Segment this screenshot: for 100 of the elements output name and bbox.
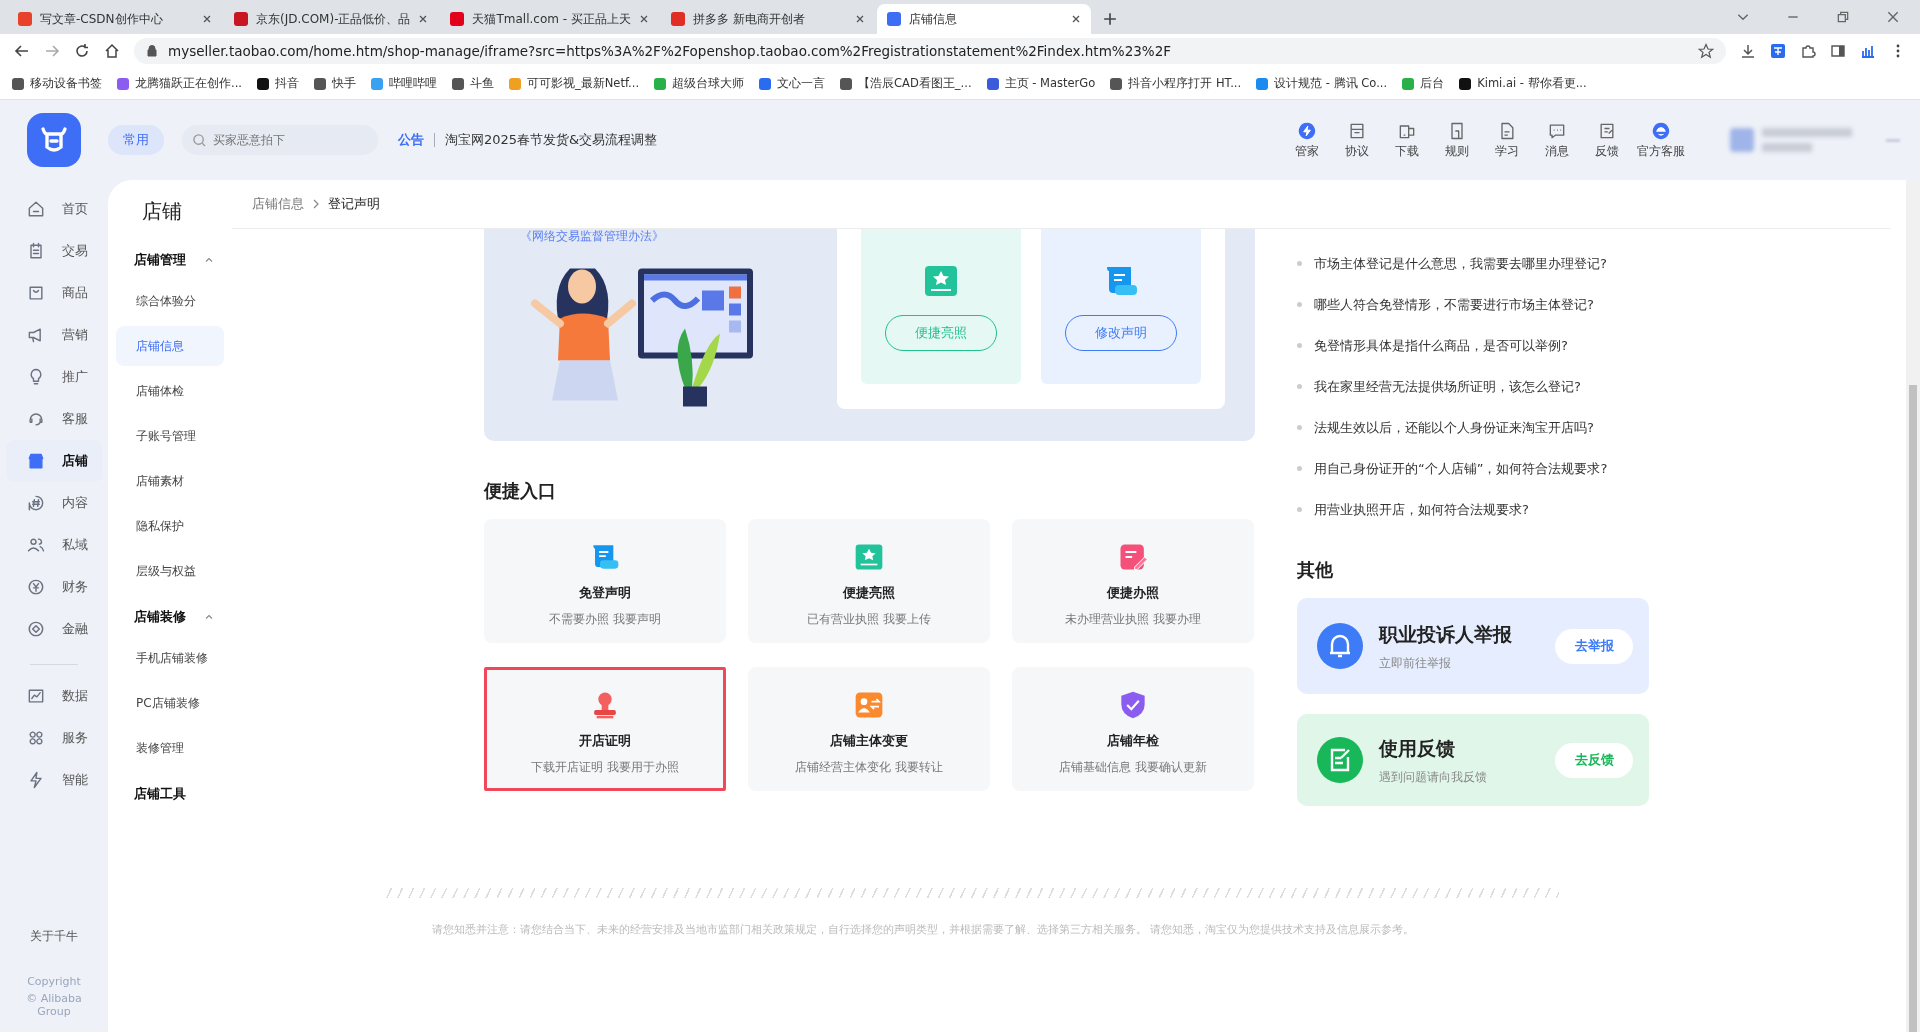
nav-item[interactable]: 推广 (6, 356, 102, 398)
notice-link[interactable]: 淘宝网2025春节发货&交易流程调整 (445, 131, 658, 149)
about-link[interactable]: 关于千牛 (30, 928, 78, 945)
nav-item[interactable]: 营销 (6, 314, 102, 356)
nav-item[interactable]: 数据 (6, 675, 102, 717)
close-icon[interactable] (418, 14, 429, 24)
action-button[interactable]: 去举报 (1555, 628, 1633, 664)
target-icon (26, 619, 46, 639)
faq-link[interactable]: 市场主体登记是什么意思，我需要去哪里办理登记? (1297, 243, 1657, 284)
nav-item[interactable]: 财务 (6, 566, 102, 608)
close-icon[interactable] (202, 14, 212, 24)
breadcrumb-link[interactable]: 店铺信息 (252, 195, 304, 213)
translate-icon[interactable] (1770, 43, 1786, 59)
sidebar-group[interactable]: 店铺装修 (116, 596, 224, 638)
bookmark[interactable]: 斗鱼 (451, 76, 494, 91)
home-icon[interactable] (104, 43, 120, 59)
faq-link[interactable]: 法规生效以后，还能以个人身份证来淘宝开店吗? (1297, 407, 1657, 448)
new-tab-icon[interactable] (1102, 12, 1117, 26)
faq-link[interactable]: 免登情形具体是指什么商品，是否可以举例? (1297, 325, 1657, 366)
browser-tab[interactable]: 店铺信息 (876, 4, 1091, 34)
entry-card[interactable]: 便捷办照 未办理营业执照 我要办理 (1012, 519, 1254, 643)
close-icon[interactable] (854, 14, 865, 24)
copyright-text: Copyright (26, 975, 82, 988)
toolbar-button[interactable]: 规则 (1437, 121, 1477, 159)
bookmark[interactable]: 抖音 (256, 76, 299, 91)
bookmark[interactable]: 后台 (1402, 76, 1445, 91)
bookmark[interactable]: 哔哩哔哩 (370, 76, 437, 91)
nav-item[interactable]: 商品 (6, 272, 102, 314)
close-icon[interactable] (1886, 10, 1900, 24)
nav-item[interactable]: 首页 (6, 188, 102, 230)
nav-item[interactable]: 客服 (6, 398, 102, 440)
entry-card[interactable]: 开店证明 下载开店证明 我要用于办照 (484, 667, 726, 791)
favorites-pill[interactable]: 常用 (108, 125, 164, 155)
toolbar-button[interactable]: 官方客服 (1637, 121, 1685, 159)
close-icon[interactable] (638, 14, 649, 24)
nav-item[interactable]: 内容 (6, 482, 102, 524)
download-icon[interactable] (1740, 43, 1756, 59)
bookmark[interactable]: 龙腾猫跃正在创作... (117, 76, 242, 91)
caret-icon (204, 255, 214, 265)
puzzle-icon[interactable] (1800, 43, 1816, 59)
browser-tab[interactable]: 拼多多 新电商开创者 (660, 4, 875, 34)
nav-item[interactable]: 交易 (6, 230, 102, 272)
browser-tab[interactable]: 天猫Tmall.com - 买正品上天 (440, 4, 659, 34)
sidebar-item[interactable]: PC店铺装修 (116, 683, 224, 723)
scrollbar[interactable] (1906, 180, 1920, 1032)
browser-tab[interactable]: 写文章-CSDN创作中心 (8, 4, 222, 34)
sidebar-item[interactable]: 层级与权益 (116, 551, 224, 591)
sidebar-item[interactable]: 综合体验分 (116, 281, 224, 321)
sidebar-item[interactable]: 手机店铺装修 (116, 638, 224, 678)
faq-link[interactable]: 用自己身份证开的“个人店铺”，如何符合法规要求? (1297, 448, 1657, 489)
sidebar-item[interactable]: 店铺体检 (116, 371, 224, 411)
back-icon[interactable] (14, 43, 30, 59)
nav-item[interactable]: 店铺 (6, 440, 102, 482)
toolbar-button[interactable]: 管家 (1287, 121, 1327, 159)
address-bar[interactable]: myseller.taobao.com/home.htm/shop-manage/iframe?src=https%3A%2F%2Fopenshop.taobao.com%2Fregistrationstatement%2Findex.htm%23%2F (134, 38, 1726, 64)
bookmark[interactable]: 文心一言 (759, 76, 826, 91)
bookmark[interactable]: 超级台球大师 (654, 76, 745, 91)
bookmark[interactable]: 设计规范 - 腾讯 Co... (1256, 76, 1388, 91)
sidebar-item[interactable]: 子账号管理 (116, 416, 224, 456)
star-icon[interactable] (1698, 43, 1714, 59)
sidebar-item[interactable]: 店铺信息 (116, 326, 224, 366)
bookmark[interactable]: 可可影视_最新Netf... (508, 76, 640, 91)
entry-card[interactable]: 免登声明 不需要办照 我要声明 (484, 519, 726, 643)
sidebar-item[interactable]: 装修管理 (116, 728, 224, 768)
chart-icon[interactable] (1860, 43, 1876, 59)
browser-tab[interactable]: 京东(JD.COM)-正品低价、品 (224, 4, 439, 34)
sidebar-group[interactable]: 店铺管理 (116, 239, 224, 281)
faq-link[interactable]: 用营业执照开店，如何符合法规要求? (1297, 489, 1657, 530)
sidebar-item[interactable]: 店铺素材 (116, 461, 224, 501)
nav-item[interactable]: 金融 (6, 608, 102, 650)
entry-card[interactable]: 便捷亮照 已有营业执照 我要上传 (748, 519, 990, 643)
notice-label: 公告 (398, 131, 424, 149)
sidebar-icon[interactable] (1830, 43, 1846, 59)
people-icon (26, 535, 46, 555)
toolbar-button[interactable]: 反馈 (1587, 121, 1627, 159)
entry-card[interactable]: 店铺年检 店铺基础信息 我要确认更新 (1012, 667, 1254, 791)
bookmark[interactable]: Kimi.ai - 帮你看更... (1459, 76, 1587, 91)
sidebar-item[interactable]: 隐私保护 (116, 506, 224, 546)
restore-icon[interactable] (1836, 10, 1850, 24)
cow-logo-icon[interactable] (27, 113, 81, 167)
chart-icon (26, 686, 46, 706)
nav-item[interactable]: 智能 (6, 759, 102, 801)
bookmark[interactable]: 抖音小程序打开 HT... (1110, 76, 1242, 91)
sidebar-group[interactable]: 店铺工具 (116, 773, 224, 815)
nav-item[interactable]: 服务 (6, 717, 102, 759)
toolbar-button[interactable]: 学习 (1487, 121, 1527, 159)
faq-link[interactable]: 我在家里经营无法提供场所证明，该怎么登记? (1297, 366, 1657, 407)
toolbar-button[interactable]: 协议 (1337, 121, 1377, 159)
bookmark[interactable]: 主页 - MasterGo (986, 76, 1096, 91)
toolbar-button[interactable]: 消息 (1537, 121, 1577, 159)
toolbar-button[interactable]: 下载 (1387, 121, 1427, 159)
faq-link[interactable]: 哪些人符合免登情形，不需要进行市场主体登记? (1297, 284, 1657, 325)
close-icon[interactable] (1070, 14, 1081, 24)
bookmark[interactable]: 移动设备书签 (12, 76, 102, 91)
nav-item[interactable]: 私域 (6, 524, 102, 566)
bookmark[interactable]: 【浩辰CAD看图王_... (840, 76, 972, 91)
entry-card[interactable]: 店铺主体变更 店铺经营主体变化 我要转让 (748, 667, 990, 791)
bookmark[interactable]: 快手 (313, 76, 356, 91)
search-field[interactable]: 买家恶意拍下 (182, 125, 378, 155)
reload-icon[interactable] (74, 43, 90, 59)
